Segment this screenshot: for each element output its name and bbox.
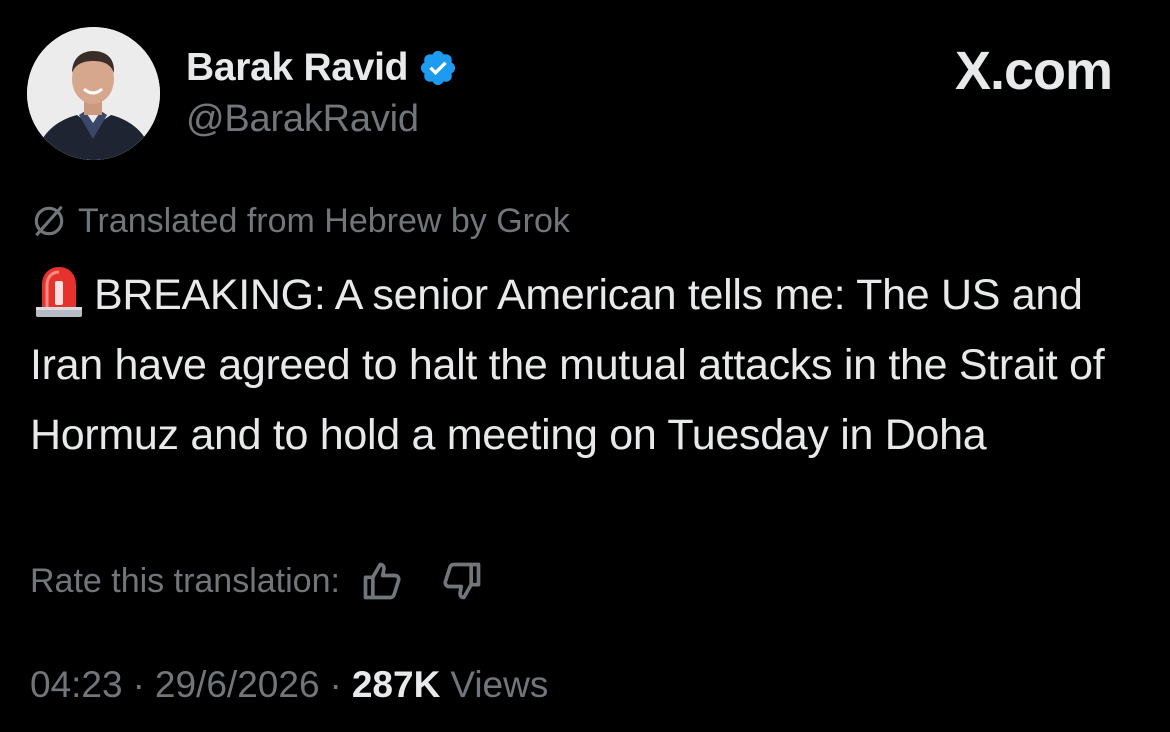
rate-translation: Rate this translation: [30,556,484,606]
thumbs-down-icon[interactable] [440,559,484,603]
globe-icon [34,205,64,237]
views-label: Views [450,664,549,705]
author-handle[interactable]: @BarakRavid [186,98,419,141]
tweet-time[interactable]: 04:23 [30,664,123,706]
author-display-name[interactable]: Barak Ravid [186,46,408,90]
meta-separator: · [329,664,342,705]
thumbs-up-icon[interactable] [360,559,404,603]
views-count[interactable]: 287K [352,664,440,706]
brand-logo: X.com [954,41,1113,101]
translation-notice-text: Translated from Hebrew by Grok [78,201,570,240]
author-avatar[interactable] [27,27,160,160]
meta-separator: · [132,664,145,705]
tweet-text-content: BREAKING: A senior American tells me: Th… [30,271,1105,459]
tweet-date[interactable]: 29/6/2026 [155,664,320,706]
tweet-text: BREAKING: A senior American tells me: Th… [30,260,1140,470]
tweet-meta: 04:23 · 29/6/2026 · 287K Views [30,660,548,710]
translation-notice: Translated from Hebrew by Grok [30,198,570,244]
rate-translation-label: Rate this translation: [30,561,340,600]
profile-photo [27,27,160,160]
verified-badge-icon[interactable] [418,48,458,88]
author-name-row: Barak Ravid [186,44,458,92]
siren-emoji-icon [36,267,82,317]
